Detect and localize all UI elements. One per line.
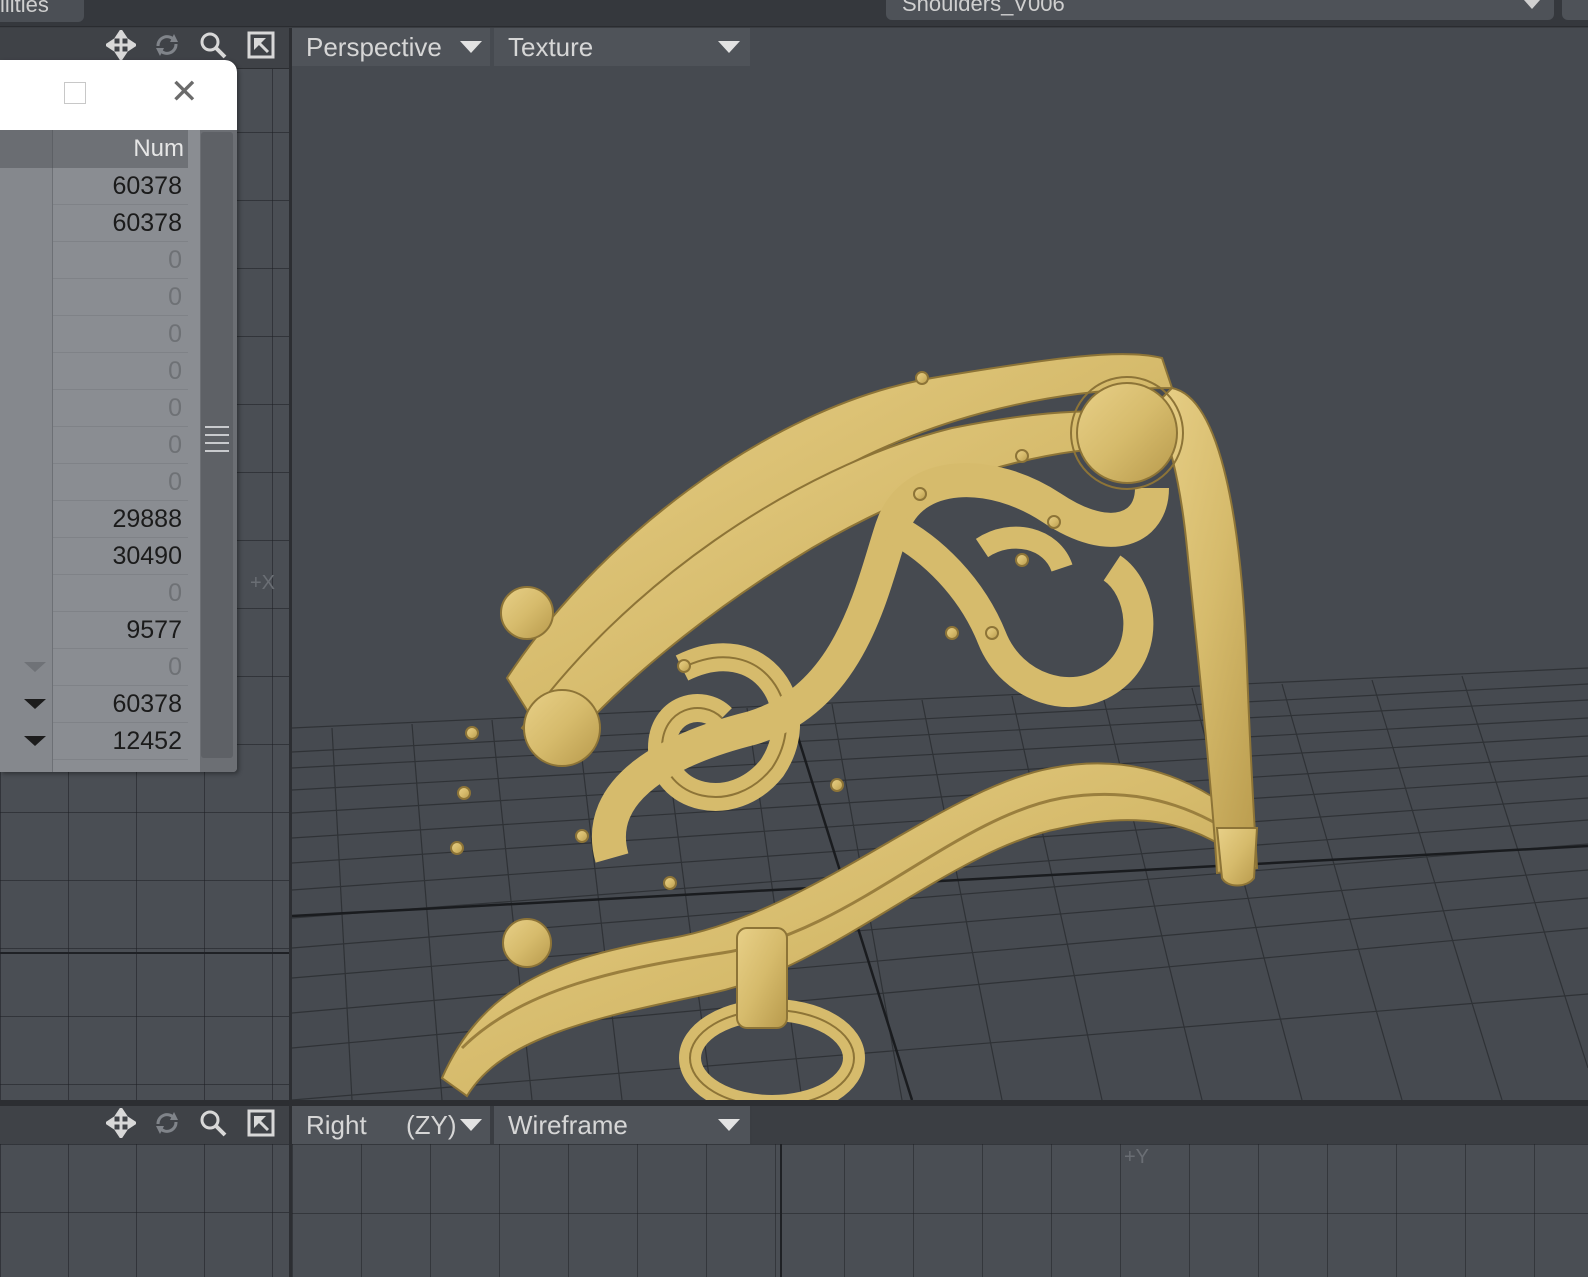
- maximize-viewport-icon[interactable]: [244, 30, 278, 64]
- scrollbar-grip: [205, 450, 229, 452]
- move-icon[interactable]: [104, 1106, 138, 1142]
- table-row[interactable]: 0: [53, 242, 188, 279]
- panel-titlebar: ✕: [0, 60, 237, 130]
- table-row[interactable]: 0: [53, 353, 188, 390]
- table-row[interactable]: 0: [53, 575, 188, 612]
- expand-arrow-icon[interactable]: [24, 736, 46, 746]
- statistics-panel: ✕ Num 60378 60378 0 0 0 0 0 0 0 29888 30…: [0, 60, 237, 772]
- scrollbar-grip: [205, 442, 229, 444]
- bottom-axis-line: [780, 1144, 782, 1277]
- chevron-down-icon: [718, 1119, 740, 1131]
- maximize-viewport-icon[interactable]: [244, 1108, 278, 1142]
- rotate-icon[interactable]: [150, 30, 184, 64]
- chevron-down-icon: [1524, 0, 1540, 9]
- rotate-icon[interactable]: [150, 1108, 184, 1142]
- table-row[interactable]: 9577: [53, 612, 188, 649]
- shoulder-armor-model: [440, 353, 1259, 1100]
- bottom-view-type-select[interactable]: Right (ZY): [292, 1106, 490, 1144]
- zoom-icon[interactable]: [196, 30, 230, 64]
- object-name: Shoulders_V006: [902, 0, 1065, 16]
- right-view-viewport[interactable]: [292, 1144, 1588, 1277]
- close-icon[interactable]: ✕: [170, 74, 199, 110]
- label-column-header: [0, 130, 53, 168]
- perspective-viewport[interactable]: X: [292, 28, 1588, 1100]
- top-right-button[interactable]: [1562, 0, 1588, 20]
- statistics-table: Num 60378 60378 0 0 0 0 0 0 0 29888 3049…: [0, 130, 200, 772]
- expand-arrow-icon[interactable]: [24, 699, 46, 709]
- label-column: [0, 130, 53, 772]
- table-row[interactable]: 60378: [53, 686, 188, 723]
- bottom-axis-label: +Y: [1124, 1146, 1150, 1168]
- chevron-down-icon: [718, 41, 740, 53]
- expand-arrow-icon[interactable]: [24, 662, 46, 672]
- chevron-down-icon: [460, 41, 482, 53]
- table-row[interactable]: 0: [53, 279, 188, 316]
- bottom-view-axis: (ZY): [406, 1110, 457, 1140]
- perspective-scene: X: [292, 353, 1588, 1100]
- view-type-value: Perspective: [306, 32, 442, 62]
- move-icon[interactable]: [104, 28, 138, 64]
- table-row[interactable]: 0: [53, 649, 188, 686]
- bottom-shading-mode-value: Wireframe: [508, 1110, 628, 1140]
- table-row[interactable]: 60378: [53, 205, 188, 242]
- table-row[interactable]: 0: [53, 390, 188, 427]
- chevron-down-icon: [460, 1119, 482, 1131]
- bottom-shading-mode-select[interactable]: Wireframe: [494, 1106, 750, 1144]
- scrollbar-grip: [205, 426, 229, 428]
- shading-mode-select[interactable]: Texture: [494, 28, 750, 66]
- table-row[interactable]: 0: [53, 464, 188, 501]
- view-type-select[interactable]: Perspective: [292, 28, 490, 66]
- utilities-tab[interactable]: ilities: [0, 0, 84, 22]
- left-axis-label: +X: [250, 572, 276, 594]
- table-row[interactable]: 0: [53, 316, 188, 353]
- object-selector-dropdown[interactable]: Shoulders_V006: [886, 0, 1554, 20]
- bottom-toolbar-fill: [752, 1106, 1588, 1144]
- bottom-left-viewport[interactable]: [0, 1144, 289, 1277]
- num-column-header: Num: [53, 130, 188, 168]
- bottom-left-viewport-toolbar: [0, 1106, 289, 1144]
- bottom-view-type-value: Right: [306, 1110, 367, 1140]
- table-row[interactable]: 30490: [53, 538, 188, 575]
- table-row[interactable]: 60378: [53, 168, 188, 205]
- left-viewport-axis-line: [0, 952, 289, 954]
- shading-mode-value: Texture: [508, 32, 594, 62]
- table-row[interactable]: 0: [53, 427, 188, 464]
- zoom-icon[interactable]: [196, 1108, 230, 1142]
- scrollbar-grip: [205, 434, 229, 436]
- table-row[interactable]: 29888: [53, 501, 188, 538]
- scrollbar-thumb[interactable]: [201, 132, 233, 758]
- table-row[interactable]: 12452: [53, 723, 188, 760]
- maximize-window-icon[interactable]: [64, 82, 86, 104]
